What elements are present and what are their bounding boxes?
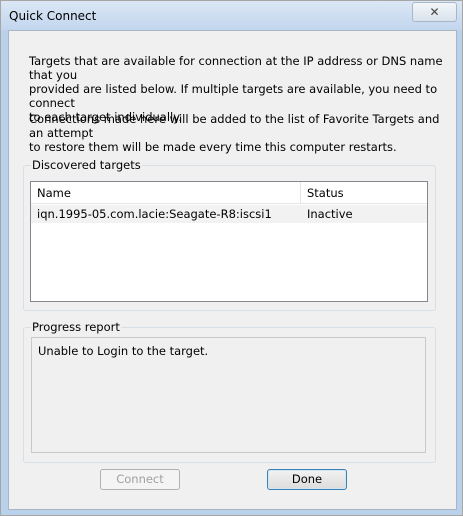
target-name: iqn.1995-05.com.lacie:Seagate-R8:iscsi1 xyxy=(37,207,272,221)
connect-button[interactable]: Connect xyxy=(100,469,180,490)
note-line-2: to restore them will be made every time … xyxy=(29,140,397,154)
close-icon: ✕ xyxy=(429,5,440,19)
progress-report-label: Progress report xyxy=(31,320,121,334)
close-button[interactable]: ✕ xyxy=(412,2,457,22)
column-header-name[interactable]: Name xyxy=(31,182,301,204)
dialog-body: Targets that are available for connectio… xyxy=(8,30,457,510)
intro-line-2: provided are listed below. If multiple t… xyxy=(29,82,438,110)
progress-report-box: Unable to Login to the target. xyxy=(31,337,426,453)
window-title: Quick Connect xyxy=(9,9,97,23)
title-bar: Quick Connect ✕ xyxy=(1,1,462,30)
done-button[interactable]: Done xyxy=(267,469,347,490)
note-text: Connections made here will be added to t… xyxy=(29,112,444,154)
discovered-targets-label: Discovered targets xyxy=(31,158,142,172)
target-status: Inactive xyxy=(307,207,353,221)
quick-connect-dialog: Quick Connect ✕ Targets that are availab… xyxy=(0,0,463,516)
intro-line-1: Targets that are available for connectio… xyxy=(29,54,443,82)
note-line-1: Connections made here will be added to t… xyxy=(29,112,440,140)
column-header-status[interactable]: Status xyxy=(301,182,427,204)
targets-list[interactable]: Name Status iqn.1995-05.com.lacie:Seagat… xyxy=(30,181,428,302)
target-row[interactable]: iqn.1995-05.com.lacie:Seagate-R8:iscsi1 … xyxy=(31,205,427,223)
progress-message: Unable to Login to the target. xyxy=(38,344,209,358)
